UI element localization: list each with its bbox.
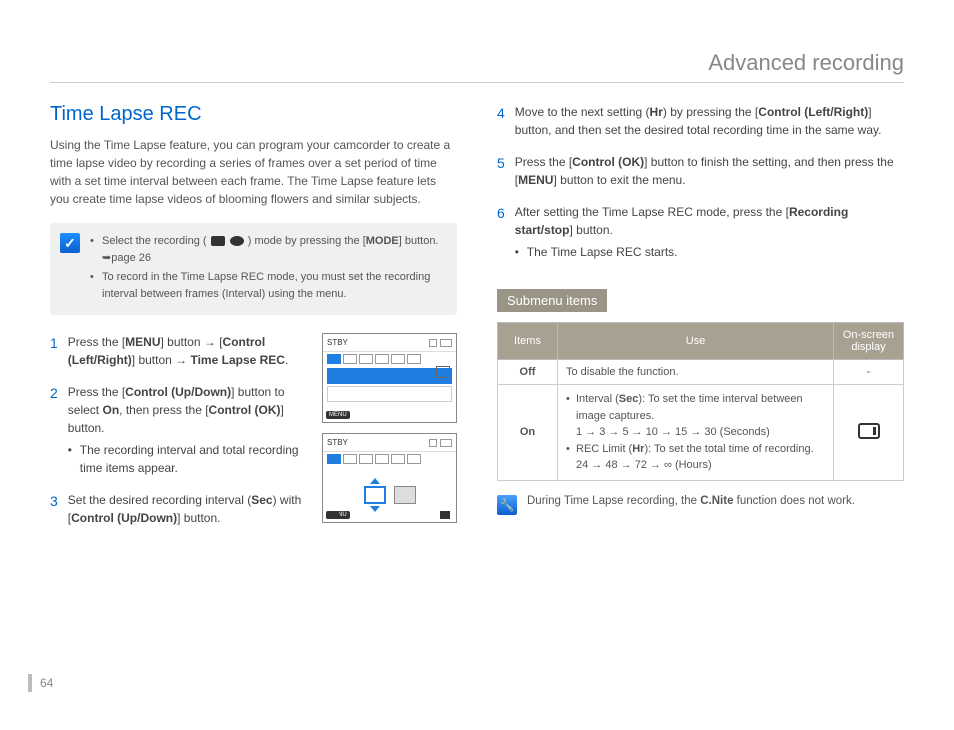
page-number-bar <box>28 674 32 692</box>
step-1: 1 Press the [MENU] button → [Control (Le… <box>50 333 307 369</box>
step-3: 3 Set the desired recording interval (Se… <box>50 491 307 527</box>
table-header: On-screen display <box>834 323 904 360</box>
table-header: Use <box>558 323 834 360</box>
step-number: 2 <box>50 383 58 477</box>
step-body: Set the desired recording interval (Sec)… <box>68 491 307 527</box>
step-body: Move to the next setting (Hr) by pressin… <box>515 103 904 139</box>
info-box: ✓ Select the recording ( ) mode by press… <box>50 223 457 315</box>
table-row: On Interval (Sec): To set the time inter… <box>498 385 904 481</box>
table-header: Items <box>498 323 558 360</box>
page-header-title: Advanced recording <box>50 50 904 83</box>
video-mode-icon <box>211 236 225 246</box>
content-columns: Time Lapse REC Using the Time Lapse feat… <box>50 103 904 541</box>
step-number: 3 <box>50 491 58 527</box>
checkmark-icon: ✓ <box>60 233 80 253</box>
lcd-screenshot-2: STBY MENU <box>322 433 457 523</box>
step-body: After setting the Time Lapse REC mode, p… <box>515 203 904 261</box>
steps-list-left: 1 Press the [MENU] button → [Control (Le… <box>50 333 307 541</box>
lcd-screenshot-1: STBY MENU <box>322 333 457 423</box>
step-2: 2 Press the [Control (Up/Down)] button t… <box>50 383 307 477</box>
steps-area: 1 Press the [MENU] button → [Control (Le… <box>50 333 457 541</box>
info-item: Select the recording ( ) mode by pressin… <box>90 233 447 266</box>
step-number: 1 <box>50 333 58 369</box>
step-number: 4 <box>497 103 505 139</box>
table-row: Off To disable the function. - <box>498 360 904 385</box>
menu-tag-icon: MENU <box>326 411 350 419</box>
step-6: 6 After setting the Time Lapse REC mode,… <box>497 203 904 261</box>
arrow-up-icon <box>370 478 380 484</box>
footnote: 🔧 During Time Lapse recording, the C.Nit… <box>497 495 904 515</box>
arrow-left-icon <box>329 511 339 519</box>
table-cell-item: Off <box>498 360 558 385</box>
left-column: Time Lapse REC Using the Time Lapse feat… <box>50 103 457 541</box>
info-list: Select the recording ( ) mode by pressin… <box>90 233 447 305</box>
step-body: Press the [Control (Up/Down)] button to … <box>68 383 307 477</box>
step-number: 5 <box>497 153 505 189</box>
step-5: 5 Press the [Control (OK)] button to fin… <box>497 153 904 189</box>
table-cell-display <box>834 385 904 481</box>
photo-mode-icon <box>230 236 244 246</box>
step-4: 4 Move to the next setting (Hr) by press… <box>497 103 904 139</box>
footnote-text: During Time Lapse recording, the C.Nite … <box>527 495 855 507</box>
step-sub: The recording interval and total recordi… <box>68 441 307 477</box>
table-cell-item: On <box>498 385 558 481</box>
step-sub: The Time Lapse REC starts. <box>515 243 904 261</box>
right-column: 4 Move to the next setting (Hr) by press… <box>497 103 904 541</box>
table-cell-use: To disable the function. <box>558 360 834 385</box>
step-body: Press the [MENU] button → [Control (Left… <box>68 333 307 369</box>
timelapse-display-icon <box>858 423 880 439</box>
table-cell-display: - <box>834 360 904 385</box>
screenshots-column: STBY MENU STBY <box>322 333 457 541</box>
submenu-heading: Submenu items <box>497 289 607 312</box>
submenu-table: Items Use On-screen display Off To disab… <box>497 322 904 481</box>
table-cell-use: Interval (Sec): To set the time interval… <box>558 385 834 481</box>
step-body: Press the [Control (OK)] button to finis… <box>515 153 904 189</box>
info-item: To record in the Time Lapse REC mode, yo… <box>90 269 447 302</box>
step-number: 6 <box>497 203 505 261</box>
intro-paragraph: Using the Time Lapse feature, you can pr… <box>50 136 457 208</box>
wrench-icon: 🔧 <box>497 495 517 515</box>
section-title: Time Lapse REC <box>50 103 457 126</box>
arrow-right-icon <box>440 511 450 519</box>
page-number: 64 <box>40 676 53 690</box>
timelapse-icon <box>436 366 450 378</box>
